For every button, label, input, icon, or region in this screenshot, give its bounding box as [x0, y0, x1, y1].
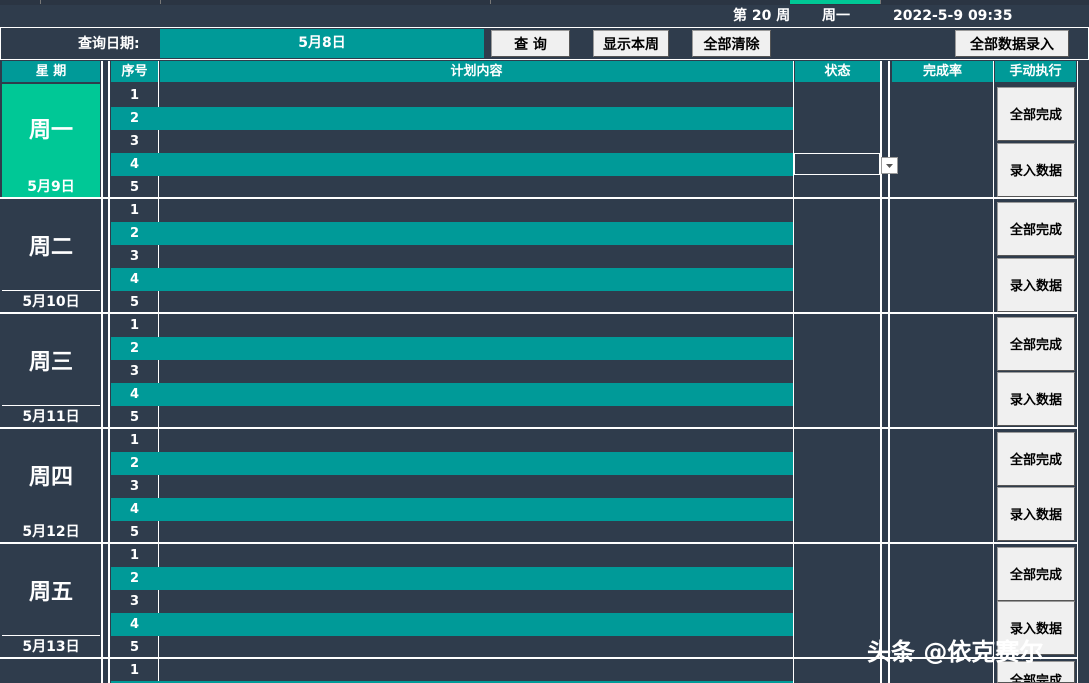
col-header-seq: 序号: [111, 61, 158, 82]
clear-all-button[interactable]: 全部清除: [692, 30, 771, 57]
day-block-wednesday: 周三 5月11日 1 2 3 4 5 全部完成 录入数据: [0, 314, 1089, 429]
row-number: 1: [129, 203, 140, 218]
day-date: 5月10日: [2, 291, 100, 313]
show-week-button[interactable]: 显示本周: [593, 30, 669, 57]
query-date-field[interactable]: 5月8日: [160, 29, 484, 58]
row-number: 3: [129, 479, 140, 494]
row-number: 4: [129, 617, 140, 632]
row-number: 2: [129, 456, 140, 471]
day-name: 周五: [28, 580, 73, 605]
row-number: 3: [129, 364, 140, 379]
weekday-label: 周一: [822, 8, 850, 24]
day-date: 5月13日: [2, 636, 100, 658]
divider: [2, 405, 100, 406]
complete-all-button[interactable]: 全部完成: [997, 317, 1075, 371]
row-number: 1: [129, 433, 140, 448]
complete-all-button[interactable]: 全部完成: [997, 547, 1075, 601]
row-number: 4: [129, 157, 140, 172]
row-number: 1: [129, 663, 140, 678]
row-number: 2: [129, 341, 140, 356]
chevron-down-icon: [886, 164, 893, 168]
row-number: 5: [129, 295, 140, 310]
row-number: 5: [129, 410, 140, 425]
col-header-plan: 计划内容: [160, 61, 793, 82]
enter-data-button[interactable]: 录入数据: [997, 487, 1075, 541]
row-number: 4: [129, 272, 140, 287]
datetime-label: 2022-5-9 09:35: [893, 8, 1013, 24]
row-number: 5: [129, 640, 140, 655]
enter-data-button[interactable]: 录入数据: [997, 372, 1075, 426]
row-number: 2: [129, 571, 140, 586]
divider: [2, 290, 100, 291]
divider: [2, 635, 100, 636]
complete-all-button[interactable]: 全部完成: [997, 202, 1075, 256]
plan-stripe: [111, 337, 793, 360]
row-number: 5: [129, 525, 140, 540]
day-block-monday: 周一 5月9日 1 2 3 4 5 全部完成 录入数据: [0, 84, 1089, 199]
dropdown-button[interactable]: [881, 157, 898, 174]
plan-stripe: [111, 452, 793, 475]
query-date-label: 查询日期:: [78, 36, 140, 52]
row-number: 3: [129, 249, 140, 264]
plan-stripe: [111, 153, 793, 176]
row-number: 1: [129, 548, 140, 563]
row-number: 3: [129, 594, 140, 609]
row-number: 5: [129, 180, 140, 195]
query-button[interactable]: 查 询: [491, 30, 570, 57]
day-date: 5月11日: [2, 406, 100, 428]
plan-stripe: [111, 383, 793, 406]
week-label: 第 20 周: [733, 8, 791, 24]
row-number: 1: [129, 318, 140, 333]
row-number: 4: [129, 387, 140, 402]
day-block-tuesday: 周二 5月10日 1 2 3 4 5 全部完成 录入数据: [0, 199, 1089, 314]
day-name: 周二: [28, 235, 73, 260]
day-name: 周四: [28, 465, 73, 490]
day-name: 周三: [28, 350, 73, 375]
status-cell-selected[interactable]: [794, 153, 880, 175]
row-number: 2: [129, 111, 140, 126]
plan-stripe: [111, 222, 793, 245]
col-header-completion: 完成率: [892, 61, 993, 82]
complete-all-button[interactable]: 全部完成: [997, 432, 1075, 486]
day-date: 5月12日: [2, 521, 100, 543]
plan-stripe: [111, 613, 793, 636]
enter-data-button[interactable]: 录入数据: [997, 258, 1075, 312]
plan-stripe: [111, 567, 793, 590]
row-number: 2: [129, 226, 140, 241]
info-bar: 第 20 周 周一 2022-5-9 09:35: [0, 5, 1089, 27]
plan-stripe: [111, 107, 793, 130]
enter-data-button[interactable]: 录入数据: [997, 143, 1075, 197]
enter-all-data-button[interactable]: 全部数据录入: [955, 30, 1069, 57]
col-header-manual: 手动执行: [995, 61, 1076, 82]
plan-stripe: [111, 268, 793, 291]
row-number: 3: [129, 134, 140, 149]
col-header-weekday: 星 期: [2, 61, 100, 82]
row-number: 4: [129, 502, 140, 517]
row-number: 1: [129, 88, 140, 103]
watermark: 头条 @依克赛尔: [867, 638, 1044, 666]
day-date: 5月9日: [2, 176, 100, 198]
col-header-status: 状态: [795, 61, 880, 82]
day-name: 周一: [28, 118, 73, 143]
day-block-thursday: 周四 5月12日 1 2 3 4 5 全部完成 录入数据: [0, 429, 1089, 544]
plan-stripe: [111, 498, 793, 521]
complete-all-button[interactable]: 全部完成: [997, 87, 1075, 141]
